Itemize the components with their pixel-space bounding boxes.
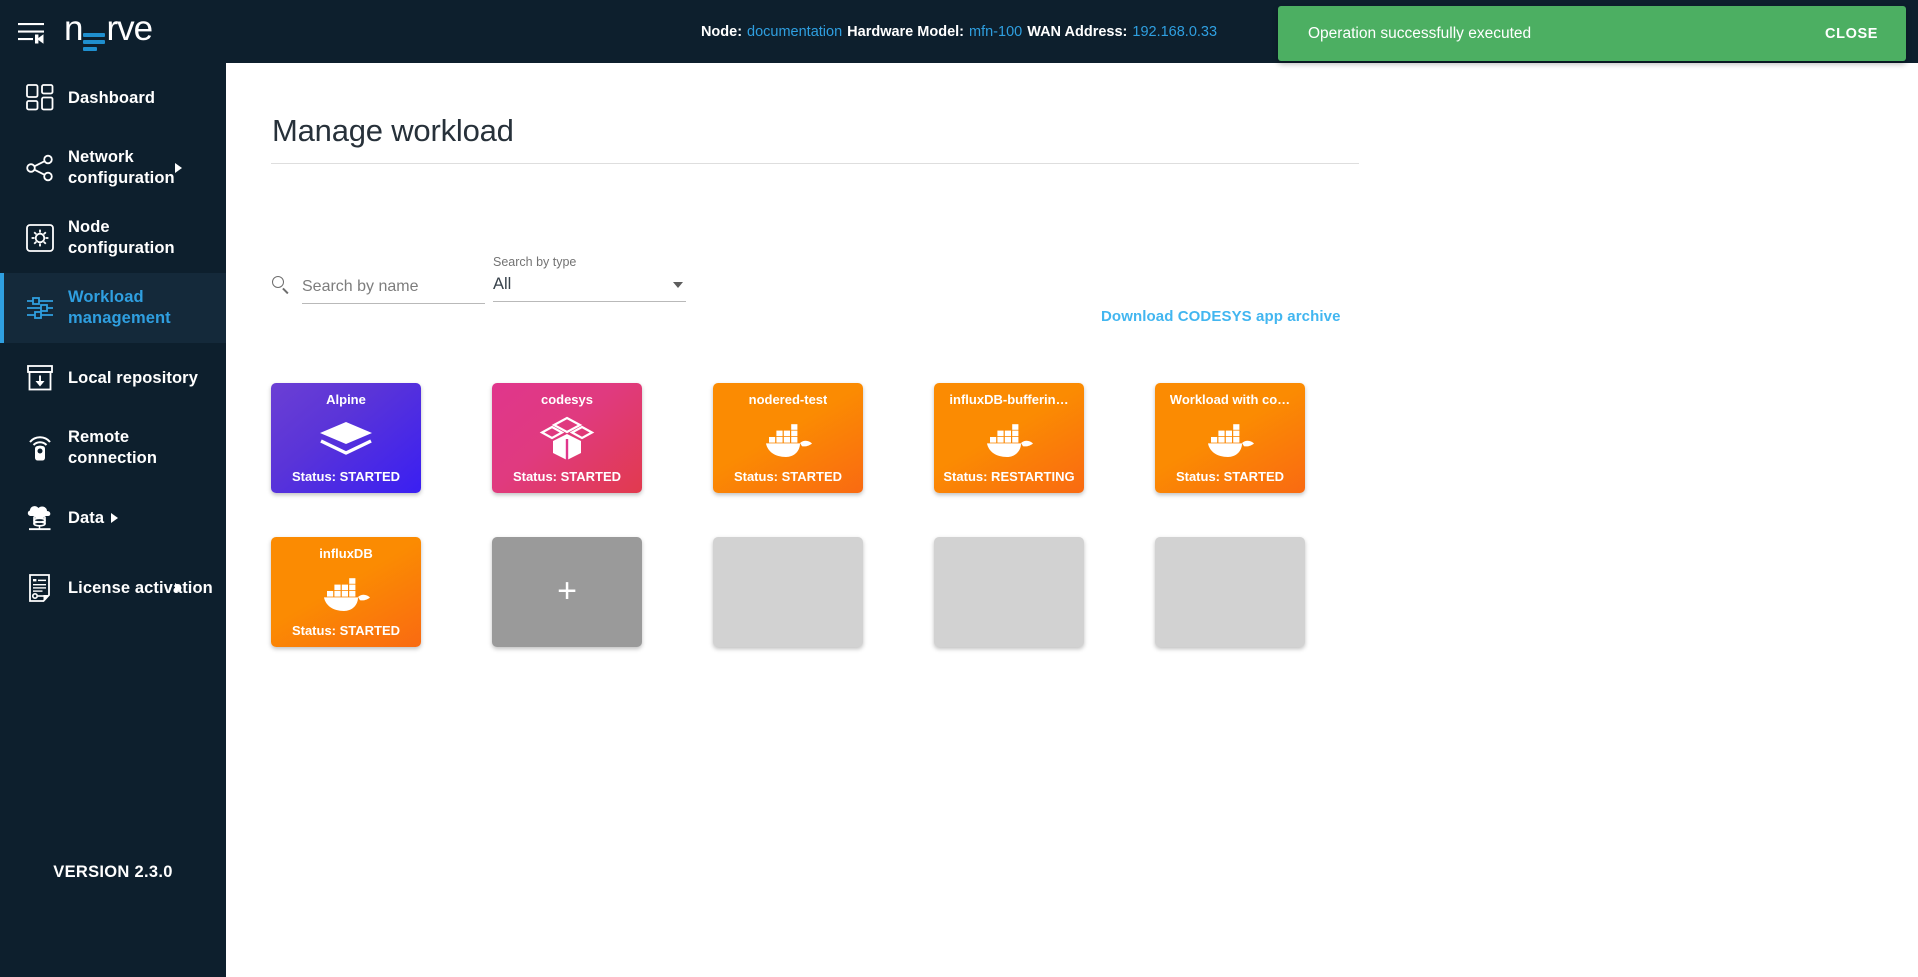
empty-card-slot [713,537,863,647]
sidebar-item-text: Data [68,508,105,527]
wan-address-label: WAN Address: [1027,23,1128,40]
sidebar-item-workload-management[interactable]: Workload management [0,273,226,343]
wan-address-value: 192.168.0.33 [1132,23,1218,40]
sidebar-item-label: Workload management [68,288,171,327]
sidebar-item-dashboard[interactable]: Dashboard [0,63,226,133]
workload-card[interactable]: influxDB-bufferin… Status: RESTARTING [934,383,1084,493]
search-by-type-group: Search by type All [493,255,686,302]
brand-text-left: n [64,9,83,48]
title-divider [271,163,1359,164]
sidebar-item-label: Network configuration [68,148,175,187]
plus-icon: + [557,572,577,610]
page-title: Manage workload [272,113,514,148]
snackbar-message: Operation successfully executed [1308,24,1532,42]
workload-name: Workload with co… [1169,392,1291,407]
node-value: documentation [747,23,843,40]
add-workload-button[interactable]: + [492,537,642,647]
workload-status: Status: RESTARTING [943,469,1075,484]
workload-status: Status: STARTED [291,469,401,484]
gear-square-icon [12,223,68,253]
sidebar-item-local-repository[interactable]: Local repository [0,343,226,413]
docker-whale-icon [277,561,415,623]
remote-control-icon [12,433,68,463]
hardware-model-label: Hardware Model: [847,23,964,40]
chevron-down-icon [673,281,683,288]
sidebar-item-label: Node configuration [68,218,175,257]
sliders-icon [12,293,68,323]
sidebar-item-data[interactable]: Data [0,483,226,553]
chevron-right-icon [175,163,182,173]
network-share-icon [12,153,68,183]
workload-card[interactable]: nodered-test Status: STARTED [713,383,863,493]
workload-name: nodered-test [748,392,828,407]
status-snackbar: Operation successfully executed CLOSE [1278,6,1906,61]
workload-card[interactable]: influxDB Status: STARTED [271,537,421,647]
workload-card[interactable]: Alpine Status: STARTED [271,383,421,493]
chevron-right-icon [175,583,182,593]
workload-name: codesys [540,392,594,407]
search-by-name-group [271,275,485,304]
main-content: Manage workload Search by type All Downl… [226,63,1918,977]
search-input[interactable] [302,276,485,304]
license-document-icon [12,573,68,603]
workload-status: Status: STARTED [512,469,622,484]
workload-card-grid: Alpine Status: STARTED codesys Status: S… [271,383,1311,647]
type-select-value: All [493,275,512,293]
workload-card[interactable]: codesys Status: STARTED [492,383,642,493]
vm-layers-icon [277,407,415,469]
app-root: n rve Node: documentation Hardware Model… [0,0,1918,977]
empty-card-slot [1155,537,1305,647]
workload-name: influxDB [319,546,373,561]
docker-whale-icon [1161,407,1299,469]
type-select[interactable]: All [493,275,686,302]
sidebar-item-label: Remote connection [68,428,158,467]
search-icon [271,275,293,297]
chevron-right-icon [111,513,119,523]
sidebar-item-node-configuration[interactable]: Node configuration [0,203,226,273]
docker-whale-icon [719,407,857,469]
sidebar-item-network-configuration[interactable]: Network configuration [0,133,226,203]
brand-text-right: rve [106,9,153,48]
workload-card[interactable]: Workload with co… Status: STARTED [1155,383,1305,493]
sidebar-item-remote-connection[interactable]: Remote connection [0,413,226,483]
brand-e-glyph [83,33,106,51]
snackbar-close-button[interactable]: CLOSE [1825,26,1878,42]
sidebar-item-label: Dashboard [68,88,156,107]
sidebar-item-label: License activation [68,578,213,597]
empty-card-slot [934,537,1084,647]
sidebar-item-label: Data [68,508,119,529]
version-label: VERSION 2.3.0 [53,863,173,881]
workload-name: influxDB-bufferin… [949,392,1069,407]
hardware-model-value: mfn-100 [969,23,1023,40]
grid-icon [12,83,68,113]
workload-status: Status: STARTED [291,623,401,638]
sidebar: Dashboard Network configuration Node con… [0,63,226,977]
sidebar-item-label: Local repository [68,368,198,387]
workload-status: Status: STARTED [733,469,843,484]
repository-download-icon [12,363,68,393]
download-codesys-archive-link[interactable]: Download CODESYS app archive [1101,308,1341,325]
cloud-database-icon [12,503,68,533]
brand-logo[interactable]: n rve [64,9,153,54]
docker-whale-icon [940,407,1078,469]
node-label: Node: [700,23,743,40]
search-by-type-label: Search by type [493,255,577,269]
collapse-menu-icon[interactable] [0,0,62,63]
sidebar-item-license-activation[interactable]: License activation [0,553,226,623]
workload-status: Status: STARTED [1175,469,1285,484]
codesys-box-icon [498,407,636,469]
workload-name: Alpine [326,392,366,407]
